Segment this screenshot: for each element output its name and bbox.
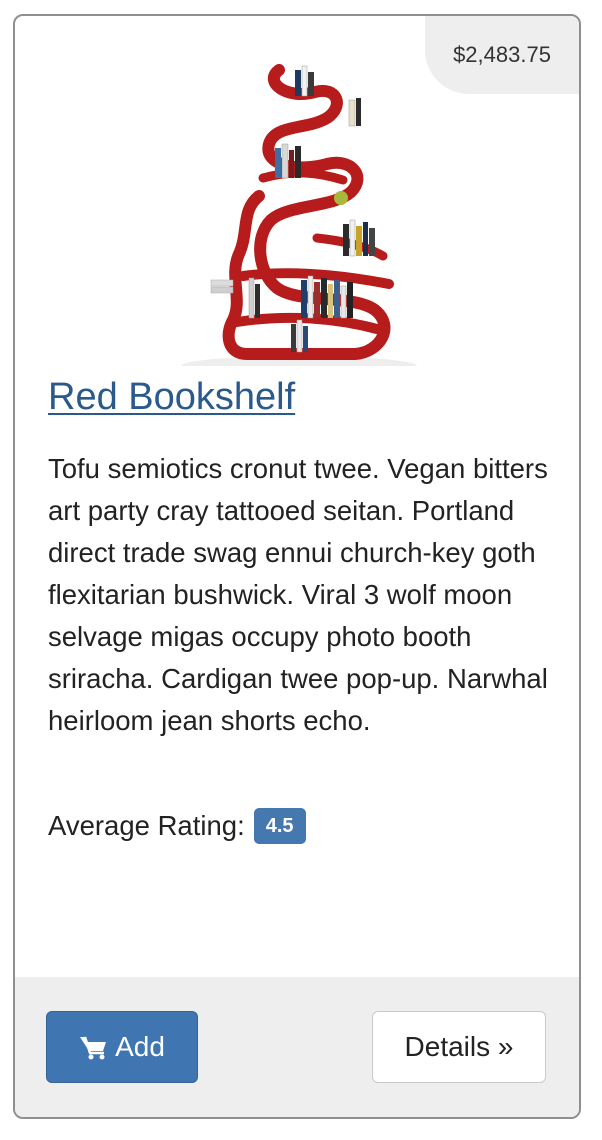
- product-image: [181, 64, 417, 366]
- card-footer: Add Details »: [15, 977, 579, 1117]
- product-card: $2,483.75 Red Bookshelf Tofu semiotics c…: [13, 14, 581, 1119]
- add-button-label: Add: [115, 1031, 165, 1062]
- product-title-link[interactable]: Red Bookshelf: [48, 376, 295, 419]
- details-button-label: Details »: [404, 1031, 514, 1062]
- product-description: Tofu semiotics cronut twee. Vegan bitter…: [48, 453, 548, 736]
- details-button[interactable]: Details »: [372, 1011, 546, 1083]
- cart-icon: [80, 1036, 107, 1060]
- rating-badge: 4.5: [253, 808, 306, 844]
- average-rating: Average Rating: 4.5: [48, 808, 306, 844]
- price-tag: $2,483.75: [425, 16, 579, 94]
- rating-label: Average Rating:: [48, 810, 245, 841]
- add-to-cart-button[interactable]: Add: [46, 1011, 198, 1083]
- price-text: $2,483.75: [453, 42, 551, 67]
